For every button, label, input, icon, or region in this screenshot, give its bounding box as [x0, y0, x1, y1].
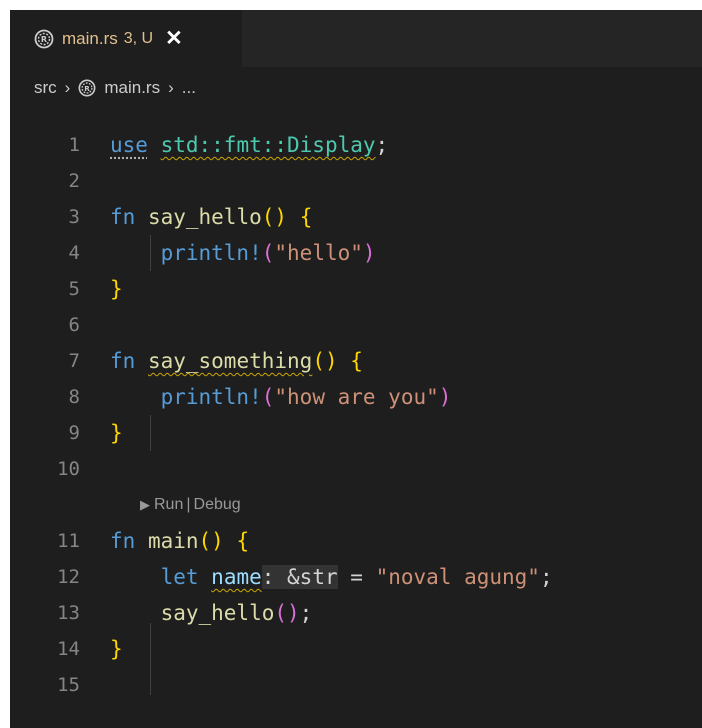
svg-text:R: R — [85, 84, 91, 93]
breadcrumb-folder[interactable]: src — [34, 78, 57, 98]
code-line: 11 fn main() { — [10, 523, 702, 559]
code-text: fn say_hello() { — [110, 205, 313, 229]
line-number: 5 — [68, 278, 80, 300]
rust-file-icon: R — [78, 79, 96, 97]
editor-window: R main.rs 3, U ✕ src › R main.rs › ... 1… — [10, 10, 702, 728]
code-text: fn main() { — [110, 529, 250, 553]
code-line: 5 } — [10, 271, 702, 307]
line-number: 14 — [57, 638, 80, 660]
code-text: } — [110, 421, 123, 445]
code-line: 14 } — [10, 631, 702, 667]
chevron-right-icon: › — [64, 78, 71, 97]
code-line: 7 fn say_something() { — [10, 343, 702, 379]
code-line: 12 let name: &str = "noval agung"; — [10, 559, 702, 595]
play-icon: ▶ — [140, 497, 150, 512]
breadcrumb-more[interactable]: ... — [182, 78, 196, 98]
tab-filename: main.rs — [62, 28, 118, 48]
code-line: 10 — [10, 451, 702, 487]
code-text: println!("hello") — [160, 241, 376, 265]
codelens-run[interactable]: Run — [154, 496, 183, 514]
code-text: println!("how are you") — [160, 385, 452, 409]
line-number: 10 — [57, 458, 80, 480]
line-number: 4 — [68, 242, 80, 264]
line-number: 2 — [68, 170, 80, 192]
line-number: 7 — [68, 350, 80, 372]
line-number: 9 — [68, 422, 80, 444]
line-number: 8 — [68, 386, 80, 408]
type-inlay-hint: : &str — [261, 565, 338, 589]
code-line: 15 — [10, 667, 702, 703]
code-line: 6 — [10, 307, 702, 343]
line-number: 1 — [68, 134, 80, 156]
tab-problems-badge: 3, U — [123, 29, 154, 47]
code-line: 8 println!("how are you") — [10, 379, 702, 415]
tab-bar: R main.rs 3, U ✕ — [10, 10, 702, 67]
code-text: say_hello(); — [160, 601, 313, 625]
line-number: 13 — [57, 602, 80, 624]
code-text: fn say_something() { — [110, 349, 363, 373]
breadcrumb-file[interactable]: main.rs — [104, 78, 160, 98]
code-text: } — [110, 277, 123, 301]
line-number: 3 — [68, 206, 80, 228]
code-line: 3 fn say_hello() { — [10, 199, 702, 235]
breadcrumb: src › R main.rs › ... — [10, 67, 702, 109]
code-line: 2 — [10, 163, 702, 199]
line-number: 6 — [68, 314, 80, 336]
code-line: 13 say_hello(); — [10, 595, 702, 631]
codelens: ▶ Run | Debug — [140, 491, 241, 519]
code-text: } — [110, 637, 123, 661]
line-number: 11 — [57, 530, 80, 552]
tab-main-rs[interactable]: R main.rs 3, U ✕ — [10, 10, 242, 67]
codelens-separator: | — [186, 496, 191, 513]
code-line: 1 use std::fmt::Display; — [10, 127, 702, 163]
chevron-right-icon: › — [168, 78, 174, 97]
code-text: use std::fmt::Display; — [110, 133, 389, 157]
code-text: let name: &str = "noval agung"; — [160, 565, 553, 589]
line-number: 15 — [57, 674, 80, 696]
code-editor[interactable]: 1 use std::fmt::Display; 2 3 fn say_hell… — [10, 109, 702, 728]
svg-text:R: R — [41, 35, 47, 44]
rust-file-icon: R — [34, 29, 54, 48]
line-number: 12 — [57, 566, 80, 588]
close-icon[interactable]: ✕ — [165, 28, 183, 49]
codelens-debug[interactable]: Debug — [194, 496, 241, 514]
code-line: 4 println!("hello") — [10, 235, 702, 271]
code-line: 9 } — [10, 415, 702, 451]
